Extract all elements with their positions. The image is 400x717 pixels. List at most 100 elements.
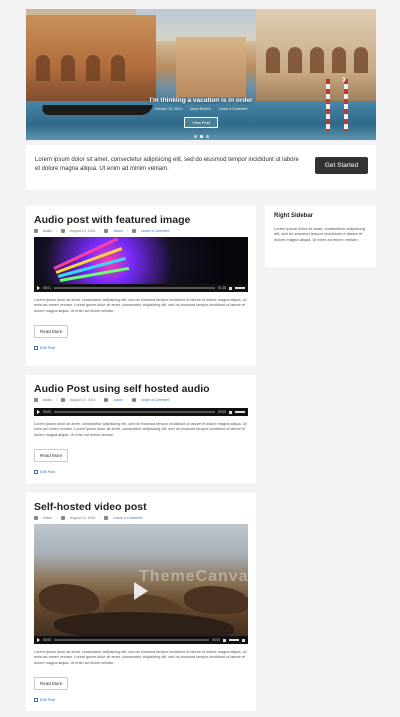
slider-dot-active[interactable] — [199, 135, 203, 138]
volume-icon[interactable] — [229, 286, 232, 290]
meta-divider: / — [55, 516, 57, 520]
play-icon[interactable] — [37, 286, 40, 290]
sidebar-title: Right Sidebar — [274, 213, 314, 219]
meta-divider: / — [126, 229, 128, 233]
post-format[interactable]: Video — [43, 516, 52, 520]
post-card: Audio post with featured image Audio / A… — [26, 206, 256, 366]
play-icon[interactable] — [37, 410, 40, 414]
user-icon — [104, 229, 109, 233]
edit-post-label[interactable]: Edit Post — [40, 346, 55, 350]
slider-meta: October 16, 2014 Jason Bobich Leave a Co… — [26, 107, 376, 111]
audio-player[interactable]: 00:00 00:00 — [34, 408, 248, 416]
post-comments[interactable]: Leave a Comment — [141, 398, 170, 402]
post-author[interactable]: Jason — [113, 229, 122, 233]
right-sidebar-widget: Right Sidebar Lorem ipsum dolor sit amet… — [265, 206, 376, 267]
volume-icon[interactable] — [229, 410, 232, 414]
duration: 00:00 — [212, 638, 220, 642]
calendar-icon — [60, 398, 65, 402]
fullscreen-icon[interactable] — [242, 638, 245, 642]
seek-bar[interactable] — [53, 287, 216, 289]
cta-text: Lorem ipsum dolor sit amet, consectetur … — [35, 157, 299, 172]
slider-building-left — [26, 15, 156, 105]
current-time: 00:00 — [43, 410, 51, 414]
post-card: Audio Post using self hosted audio Audio… — [26, 375, 256, 483]
rock — [39, 584, 99, 614]
post-author[interactable]: Jason — [113, 398, 122, 402]
arch — [36, 55, 50, 81]
edit-icon — [34, 698, 38, 703]
video-watermark: ThemeCanvas — [139, 568, 248, 585]
play-icon[interactable] — [134, 582, 148, 600]
post-comments[interactable]: Leave a Comment — [141, 229, 170, 233]
audio-player[interactable]: 00:01 01:25 — [34, 284, 248, 292]
edit-post-link[interactable]: Edit Post — [34, 698, 248, 703]
calendar-icon — [60, 229, 65, 233]
slider-dot[interactable] — [193, 135, 197, 138]
read-more-button[interactable]: Read More — [34, 677, 69, 691]
slider-dots — [26, 135, 376, 138]
post-comments[interactable]: Leave a Comment — [113, 516, 142, 520]
slider-caption: I'm thinking a vacation is in order Octo… — [26, 97, 376, 129]
read-more-button[interactable]: Read More — [34, 325, 69, 339]
duration: 01:25 — [218, 286, 226, 290]
arch — [332, 47, 346, 73]
post-meta: Audio / August 10, 2014 / Jason / Leave … — [34, 398, 248, 402]
edit-post-label[interactable]: Edit Post — [40, 698, 55, 702]
comment-icon — [131, 229, 136, 233]
post-title[interactable]: Audio post with featured image — [34, 214, 248, 227]
meta-divider: / — [99, 229, 101, 233]
get-started-button[interactable]: Get Started — [315, 157, 368, 174]
current-time: 00:00 — [43, 638, 51, 642]
rock — [184, 586, 248, 614]
slider-dot[interactable] — [205, 135, 209, 138]
chevron-right-icon[interactable]: › — [342, 73, 354, 85]
call-to-action: Lorem ipsum dolor sit amet, consectetur … — [26, 145, 376, 190]
post-title[interactable]: Self-hosted video post — [34, 501, 248, 514]
post-meta: Video / August 10, 2014 / Leave a Commen… — [34, 516, 248, 520]
slider-comments[interactable]: Leave a Comment — [219, 107, 248, 111]
edit-post-label[interactable]: Edit Post — [40, 470, 55, 474]
volume-icon[interactable] — [223, 638, 226, 642]
post-title[interactable]: Audio Post using self hosted audio — [34, 383, 248, 396]
comment-icon — [104, 516, 109, 520]
meta-divider: / — [99, 516, 101, 520]
post-excerpt: Lorem ipsum dolor sit amet, consectetur … — [34, 650, 247, 665]
slider-author[interactable]: Jason Bobich — [190, 107, 211, 111]
arch — [86, 55, 100, 81]
volume-slider[interactable] — [235, 287, 245, 289]
video-icon — [34, 516, 38, 520]
post-format[interactable]: Audio — [43, 229, 52, 233]
duration: 00:00 — [218, 410, 226, 414]
read-more-button[interactable]: Read More — [34, 449, 69, 463]
video-player[interactable]: ThemeCanvas 00:00 00:00 — [34, 524, 248, 644]
arch — [266, 47, 280, 73]
edit-post-link[interactable]: Edit Post — [34, 470, 248, 475]
user-icon — [104, 398, 109, 402]
post-excerpt: Lorem ipsum dolor sit amet, consectetur … — [34, 298, 247, 313]
seek-bar[interactable] — [53, 639, 210, 641]
post-format[interactable]: Audio — [43, 398, 52, 402]
meta-divider: / — [55, 229, 57, 233]
seek-bar[interactable] — [53, 411, 216, 413]
featured-slider[interactable]: › I'm thinking a vacation is in order Oc… — [26, 9, 376, 140]
view-post-button[interactable]: View Post — [184, 117, 218, 128]
slider-title[interactable]: I'm thinking a vacation is in order — [26, 97, 376, 104]
volume-slider[interactable] — [229, 639, 239, 641]
arch — [310, 47, 324, 73]
post-card: Self-hosted video post Video / August 10… — [26, 493, 256, 711]
post-excerpt: Lorem ipsum dolor sit amet, consectetur … — [34, 422, 247, 437]
video-controls[interactable]: 00:00 00:00 — [34, 636, 248, 644]
post-date: August 10, 2014 — [69, 516, 96, 520]
meta-divider: / — [126, 398, 128, 402]
post-date: August 10, 2014 — [69, 229, 96, 233]
edit-post-link[interactable]: Edit Post — [34, 346, 248, 351]
volume-slider[interactable] — [235, 411, 245, 413]
audio-icon — [34, 229, 38, 233]
slider-building-center — [176, 37, 246, 97]
current-time: 00:01 — [43, 286, 51, 290]
arch — [288, 47, 302, 73]
edit-icon — [34, 346, 38, 351]
play-icon[interactable] — [37, 638, 40, 642]
sidebar-text: Lorem ipsum dolor sit amet, consectetur … — [274, 226, 365, 242]
arch — [354, 47, 368, 73]
